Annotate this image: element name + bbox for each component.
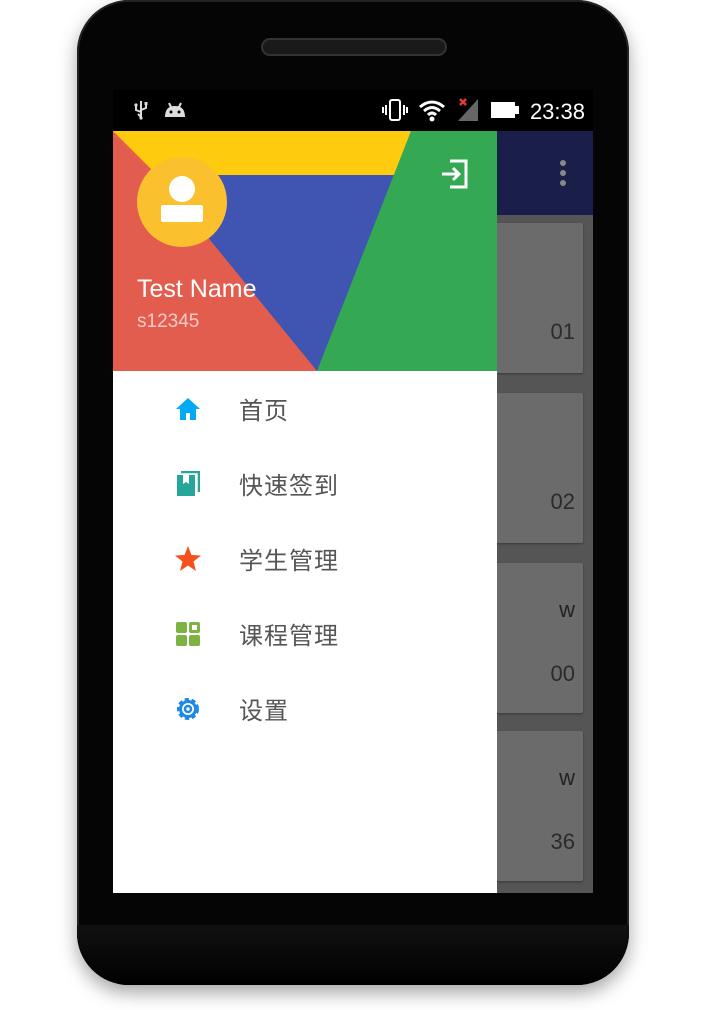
grid-icon — [173, 619, 203, 649]
card-text: 36 — [550, 829, 575, 854]
phone-speaker — [261, 38, 447, 56]
status-bar: 23:38 — [113, 90, 593, 131]
menu-item-label: 首页 — [239, 397, 289, 425]
card-title: w — [559, 597, 575, 622]
menu-item-label: 快速签到 — [239, 472, 339, 500]
settings-icon — [173, 694, 203, 724]
phone-chin — [77, 925, 629, 985]
book-icon — [173, 469, 203, 499]
menu-item-label: 设置 — [239, 697, 289, 725]
exit-icon — [442, 159, 468, 189]
menu-item-label: 学生管理 — [239, 547, 339, 575]
person-icon — [161, 176, 203, 222]
card-text: 00 — [550, 661, 575, 686]
menu-item-label: 课程管理 — [239, 622, 339, 650]
menu-item-student-management[interactable]: 学生管理 — [113, 521, 497, 596]
clock: 23:38 — [529, 99, 585, 124]
logout-button[interactable] — [438, 158, 470, 190]
usb-icon — [133, 100, 149, 124]
card-text: 01 — [550, 319, 575, 344]
card-title: w — [559, 765, 575, 790]
android-icon — [163, 101, 187, 123]
vibrate-icon — [381, 98, 408, 126]
home-icon — [173, 394, 203, 424]
star-icon — [173, 544, 203, 574]
avatar[interactable] — [137, 157, 227, 247]
battery-icon — [490, 100, 520, 124]
drawer-menu: 首页 快速签到 学生管理 课程管理 设置 — [113, 371, 497, 746]
card-text: 02 — [550, 489, 575, 514]
user-id: s12345 — [137, 311, 200, 332]
overflow-menu-icon[interactable] — [559, 159, 567, 191]
drawer-header: Test Name s12345 — [113, 131, 497, 371]
screen: 23:38 01 02 w 00 w 36 Test Name s12345 首… — [113, 90, 593, 893]
signal-icon — [456, 97, 480, 127]
menu-item-settings[interactable]: 设置 — [113, 671, 497, 746]
menu-item-quick-checkin[interactable]: 快速签到 — [113, 446, 497, 521]
user-name: Test Name — [137, 275, 257, 303]
menu-item-home[interactable]: 首页 — [113, 371, 497, 446]
navigation-drawer: Test Name s12345 首页 快速签到 学生管理 课程管理 设置 — [113, 131, 497, 893]
wifi-icon — [418, 98, 446, 126]
menu-item-course-management[interactable]: 课程管理 — [113, 596, 497, 671]
